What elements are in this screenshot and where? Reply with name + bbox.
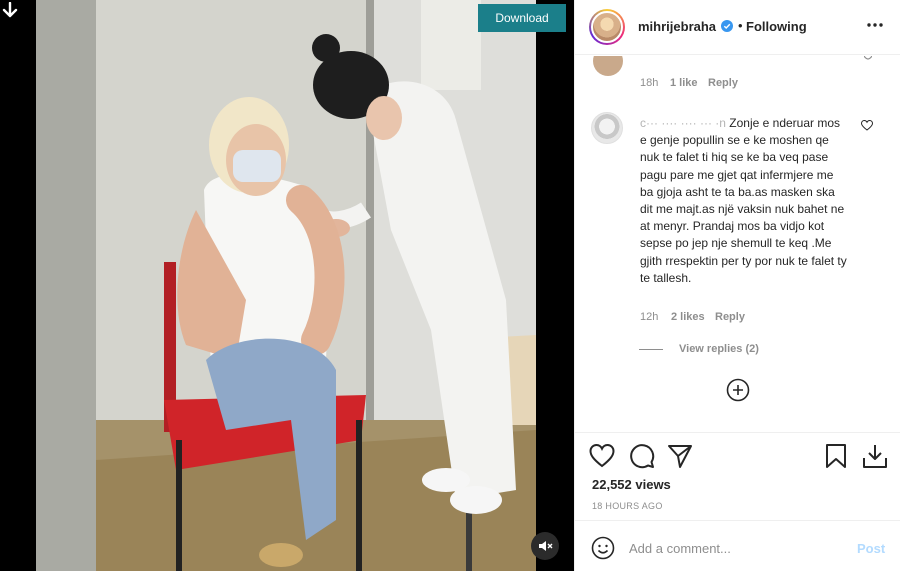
comments-list: 18h 1 like Reply c··· ···· ···· ··· ·n Z… [575,56,900,432]
comment-body: c··· ···· ···· ··· ·n Zonje e nderuar mo… [640,115,850,287]
view-replies-button[interactable]: View replies (2) [679,343,759,355]
comment-likes[interactable]: 2 likes [671,311,705,323]
save-bookmark-icon[interactable] [823,443,849,469]
commenter-avatar[interactable] [591,112,623,144]
comment-time: 12h [640,311,659,323]
like-comment-heart-icon[interactable] [861,120,873,131]
video-frame-image [36,0,536,571]
comment-likes[interactable]: 1 like [670,77,698,89]
speaker-muted-icon [539,541,553,551]
separator-dot: • [738,18,743,33]
comment-bubble-icon[interactable] [629,443,655,469]
share-paper-plane-icon[interactable] [667,443,693,469]
comment-input[interactable] [629,535,839,561]
comment-time: 18h [640,77,659,89]
add-comment-bar: Post [575,520,900,571]
post-timestamp[interactable]: 18 HOURS AGO [592,501,663,511]
comment-username[interactable]: c··· ···· ···· ··· ·n [640,116,726,130]
verified-badge-icon [721,20,733,32]
heart-icon[interactable] [864,56,872,62]
post-comment-button[interactable]: Post [857,541,885,556]
video-player[interactable] [36,0,536,571]
download-tray-icon[interactable] [862,443,888,469]
video-area: Download [0,0,574,571]
username[interactable]: mihrijebraha [638,19,716,34]
download-button[interactable]: Download [478,4,566,32]
more-options-icon[interactable] [867,22,883,28]
mute-button[interactable] [531,532,559,560]
commenter-avatar[interactable] [593,56,623,76]
load-more-comments-icon[interactable] [726,378,750,402]
following-button[interactable]: Following [746,19,807,34]
post-side-panel: mihrijebraha • Following 18h 1 like Repl… [574,0,900,571]
post-header: mihrijebraha • Following [575,0,900,55]
like-heart-icon[interactable] [589,443,615,469]
reply-button[interactable]: Reply [708,77,738,89]
view-count[interactable]: 22,552 views [592,477,671,492]
avatar-image [591,11,623,43]
avatar[interactable] [589,9,625,45]
reply-button[interactable]: Reply [715,311,745,323]
download-arrow-icon[interactable] [2,2,18,20]
emoji-smiley-icon[interactable] [591,536,615,560]
post-actions: 22,552 views 18 HOURS AGO [575,432,900,520]
replies-divider [639,349,663,350]
comment-text: Zonje e nderuar mos e genje popullin se … [640,116,847,285]
